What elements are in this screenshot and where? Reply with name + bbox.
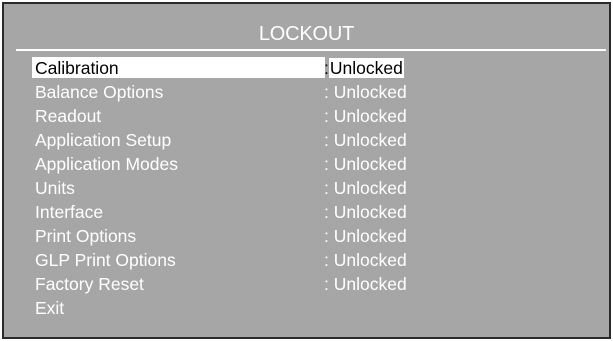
menu-item-status: : Unlocked: [324, 80, 407, 104]
status-value: Unlocked: [333, 250, 407, 270]
status-separator: :: [324, 82, 329, 102]
menu-item-label: Readout: [35, 106, 102, 126]
menu-item-status: : Unlocked: [324, 128, 407, 152]
status-separator: :: [324, 250, 329, 270]
title-divider: [16, 49, 606, 51]
status-separator: :: [324, 106, 329, 126]
status-value: Unlocked: [333, 274, 407, 294]
status-value: Unlocked: [328, 58, 404, 78]
menu-item-label: Print Options: [35, 226, 137, 246]
status-value: Unlocked: [333, 130, 407, 150]
status-value: Unlocked: [333, 226, 407, 246]
menu-item-label: Factory Reset: [35, 274, 144, 294]
menu-item-label: Calibration: [35, 58, 119, 78]
menu-item-application-setup[interactable]: Application Setup : Unlocked: [32, 128, 432, 152]
lockout-screen: LOCKOUT Calibration :Unlocked Balance Op…: [2, 2, 611, 339]
status-value: Unlocked: [333, 82, 407, 102]
menu-item-status: : Unlocked: [324, 152, 407, 176]
menu-item-status: : Unlocked: [324, 200, 407, 224]
menu-item-exit[interactable]: Exit: [32, 296, 432, 320]
status-separator: :: [324, 130, 329, 150]
status-separator: :: [324, 274, 329, 294]
menu-item-status: : Unlocked: [324, 272, 407, 296]
menu-item-status: : Unlocked: [324, 248, 407, 272]
menu-item-status: : Unlocked: [324, 104, 407, 128]
menu-item-balance-options[interactable]: Balance Options : Unlocked: [32, 80, 432, 104]
menu-item-readout[interactable]: Readout : Unlocked: [32, 104, 432, 128]
menu-item-print-options[interactable]: Print Options : Unlocked: [32, 224, 432, 248]
status-value: Unlocked: [333, 178, 407, 198]
menu-item-calibration[interactable]: Calibration :Unlocked: [32, 56, 432, 80]
screen-title: LOCKOUT: [258, 23, 355, 45]
menu-item-label: Exit: [35, 298, 65, 318]
status-value: Unlocked: [333, 202, 407, 222]
menu-item-application-modes[interactable]: Application Modes : Unlocked: [32, 152, 432, 176]
status-separator: :: [324, 202, 329, 222]
menu-item-label: Interface: [35, 202, 104, 222]
status-value: Unlocked: [333, 106, 407, 126]
menu-item-label: Balance Options: [35, 82, 164, 102]
menu-item-label: Units: [35, 178, 75, 198]
menu-item-status: : Unlocked: [324, 176, 407, 200]
status-separator: :: [324, 226, 329, 246]
menu-item-status: :Unlocked: [324, 56, 404, 80]
lockout-menu: Calibration :Unlocked Balance Options : …: [32, 56, 432, 320]
status-value: Unlocked: [333, 154, 407, 174]
menu-item-label: GLP Print Options: [35, 250, 176, 270]
menu-item-interface[interactable]: Interface : Unlocked: [32, 200, 432, 224]
menu-item-factory-reset[interactable]: Factory Reset : Unlocked: [32, 272, 432, 296]
menu-item-label: Application Setup: [35, 130, 172, 150]
menu-item-units[interactable]: Units : Unlocked: [32, 176, 432, 200]
menu-item-label: Application Modes: [35, 154, 178, 174]
menu-item-status: : Unlocked: [324, 224, 407, 248]
status-separator: :: [324, 178, 329, 198]
menu-item-glp-print-options[interactable]: GLP Print Options : Unlocked: [32, 248, 432, 272]
status-separator: :: [324, 154, 329, 174]
